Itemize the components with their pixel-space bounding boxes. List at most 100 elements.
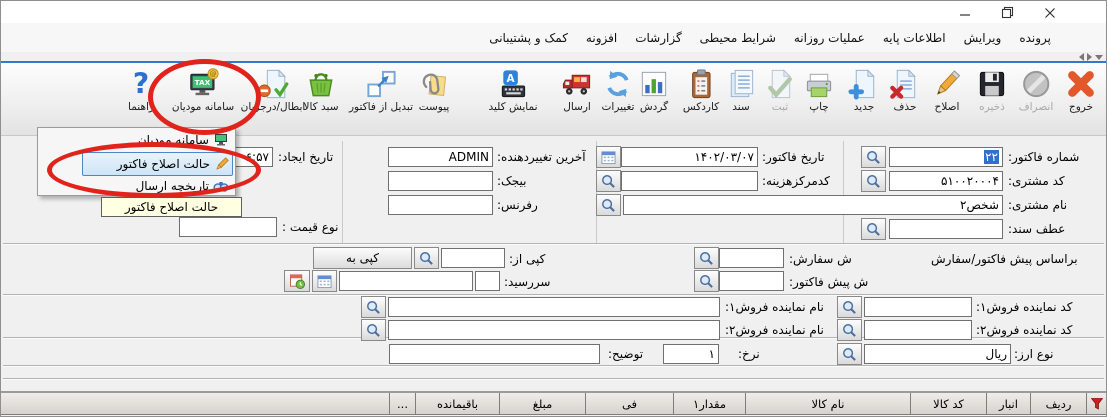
invoice-date-input[interactable]: ۱۴۰۲/۰۳/۰۷ xyxy=(621,147,758,167)
menu-amaliat-roozaneh[interactable]: عملیات روزانه xyxy=(785,28,874,48)
restore-button[interactable] xyxy=(995,4,1019,21)
tax-monitor-mini-icon xyxy=(213,132,229,148)
close-icon xyxy=(1044,7,1056,19)
customer-code-lookup-button[interactable] xyxy=(861,170,886,192)
toolbar-turnover-button[interactable]: گردش xyxy=(638,67,671,113)
search-icon xyxy=(842,347,857,362)
rep1-code-input[interactable] xyxy=(864,297,972,317)
order-no-lookup-button[interactable] xyxy=(694,247,719,269)
divider xyxy=(843,141,844,243)
menu-virayesh[interactable]: ویرایش xyxy=(955,28,1011,48)
customer-code-label: کد مشتری: xyxy=(1008,174,1065,188)
toolbar-voucher-button[interactable]: سند xyxy=(725,67,758,113)
annotation-circle-edit-mode xyxy=(47,142,261,198)
toolbar-scroll-arrows[interactable] xyxy=(1079,53,1103,61)
toolbar-attachment-button[interactable]: پیوست xyxy=(418,67,451,113)
due-date-input[interactable] xyxy=(339,271,473,291)
menu-parvandeh[interactable]: پرونده xyxy=(1010,28,1060,48)
invoice-no-input[interactable]: ۲۲ xyxy=(889,147,1003,167)
copy-to-button[interactable]: کپی به xyxy=(313,247,412,269)
calendar-icon xyxy=(601,150,616,165)
menu-afzoneh[interactable]: افزونه xyxy=(577,28,626,48)
menu-sharayet-mohiti[interactable]: شرایط محیطی xyxy=(691,28,785,48)
grid-col-warehouse[interactable]: انبار xyxy=(986,393,1030,414)
cost-center-lookup-button[interactable] xyxy=(596,170,621,192)
kardex-icon xyxy=(685,67,718,101)
rep2-code-lookup-button[interactable] xyxy=(837,319,862,341)
last-modifier-input[interactable]: ADMIN xyxy=(388,147,493,167)
toolbar-kardex-button[interactable]: کاردکس xyxy=(683,67,719,113)
toolbar-new-button[interactable]: جدید xyxy=(848,67,881,113)
invoice-date-calendar-button[interactable] xyxy=(596,146,621,168)
toolbar-changes-button[interactable]: تغییرات xyxy=(602,67,635,113)
annotation-circle-moadian xyxy=(148,59,261,135)
attachment-icon xyxy=(418,67,451,101)
search-icon xyxy=(601,174,616,189)
due-date-schedule-button[interactable] xyxy=(284,270,310,292)
currency-input[interactable]: ریال xyxy=(864,344,1011,364)
selected-text: ۲۲ xyxy=(984,150,999,164)
grid-col-unit-price[interactable]: فی xyxy=(585,393,673,414)
close-button[interactable] xyxy=(1038,4,1062,21)
customer-name-lookup-button[interactable] xyxy=(596,194,621,216)
copy-from-lookup-button[interactable] xyxy=(414,247,439,269)
app-window: پرونده ویرایش اطلاعات پایه عملیات روزانه… xyxy=(0,0,1107,417)
atf-sanad-lookup-button[interactable] xyxy=(861,218,886,240)
cost-center-input[interactable] xyxy=(621,171,758,191)
copy-from-input[interactable] xyxy=(441,248,505,268)
toolbar-basket-button[interactable]: سبد کالا xyxy=(303,67,338,113)
convert-invoice-icon xyxy=(365,67,398,101)
last-modifier-label: آخرین تغییردهنده: xyxy=(497,150,586,164)
menu-gozareshat[interactable]: گزارشات xyxy=(626,28,690,48)
reference-input[interactable] xyxy=(388,195,493,215)
grid-col-remaining[interactable]: باقیمانده xyxy=(415,393,499,414)
grid-col-more[interactable]: ... xyxy=(389,393,415,414)
atf-sanad-label: عطف سند: xyxy=(1008,222,1065,236)
rep1-name-lookup-button[interactable] xyxy=(361,296,386,318)
invoice-edit-mode-tooltip: حالت اصلاح فاکتور xyxy=(101,197,242,217)
customer-name-input[interactable]: شخص۲ xyxy=(623,195,1003,215)
toolbar-delete-button[interactable]: حذف xyxy=(889,67,922,113)
order-no-label: ش سفارش: xyxy=(789,252,852,266)
rep1-name-input[interactable] xyxy=(388,297,720,317)
svg-text:A: A xyxy=(506,72,515,85)
toolbar-edit-button[interactable]: اصلاح xyxy=(931,67,964,113)
bijak-input[interactable] xyxy=(388,171,493,191)
rep1-code-lookup-button[interactable] xyxy=(837,296,862,318)
toolbar-exit-button[interactable]: خروج xyxy=(1065,67,1098,113)
order-no-input[interactable] xyxy=(719,248,784,268)
basket-icon xyxy=(304,67,337,101)
price-type-input[interactable] xyxy=(179,217,277,237)
rep2-name-input[interactable] xyxy=(388,320,720,340)
invoice-no-lookup-button[interactable] xyxy=(861,146,886,168)
divider xyxy=(3,294,1104,295)
grid-header-filler xyxy=(1,393,389,414)
menu-komak-poshtibani[interactable]: کمک و پشتیبانی xyxy=(480,28,577,48)
due-date-label: سررسید: xyxy=(504,275,551,289)
toolbar-convert-invoice-button[interactable]: تبدیل از فاکتور xyxy=(349,67,413,113)
minimize-button[interactable] xyxy=(953,4,977,21)
proforma-no-lookup-button[interactable] xyxy=(694,270,719,292)
grid-col-row[interactable]: ردیف xyxy=(1030,393,1086,414)
atf-sanad-input[interactable] xyxy=(889,219,1003,239)
menu-etelaat-paye[interactable]: اطلاعات پایه xyxy=(874,28,955,48)
rep2-name-lookup-button[interactable] xyxy=(361,319,386,341)
proforma-no-input[interactable] xyxy=(719,271,784,291)
due-date-calendar-button[interactable] xyxy=(312,270,337,292)
grid-col-item-name[interactable]: نام کالا xyxy=(745,393,910,414)
void-inprogress-icon xyxy=(257,67,290,101)
toolbar-send-button[interactable]: ارسال xyxy=(561,67,594,113)
currency-lookup-button[interactable] xyxy=(837,343,862,365)
note-input[interactable] xyxy=(389,344,600,364)
grid-col-qty1[interactable]: مقدار۱ xyxy=(673,393,745,414)
rate-input[interactable]: ۱ xyxy=(663,344,719,364)
due-date-day-input[interactable] xyxy=(475,271,500,291)
customer-code-input[interactable]: ۵۱۰۰۲۰۰۰۴ xyxy=(889,171,1003,191)
toolbar-print-button[interactable]: چاپ xyxy=(803,67,836,113)
grid-filter-cell[interactable] xyxy=(1086,393,1106,414)
grid-col-amount[interactable]: مبلغ xyxy=(499,393,585,414)
rep2-code-input[interactable] xyxy=(864,320,972,340)
search-icon xyxy=(866,150,881,165)
grid-col-item-code[interactable]: کد کالا xyxy=(910,393,986,414)
toolbar-show-keys-button[interactable]: A نمایش کلید xyxy=(489,67,538,113)
